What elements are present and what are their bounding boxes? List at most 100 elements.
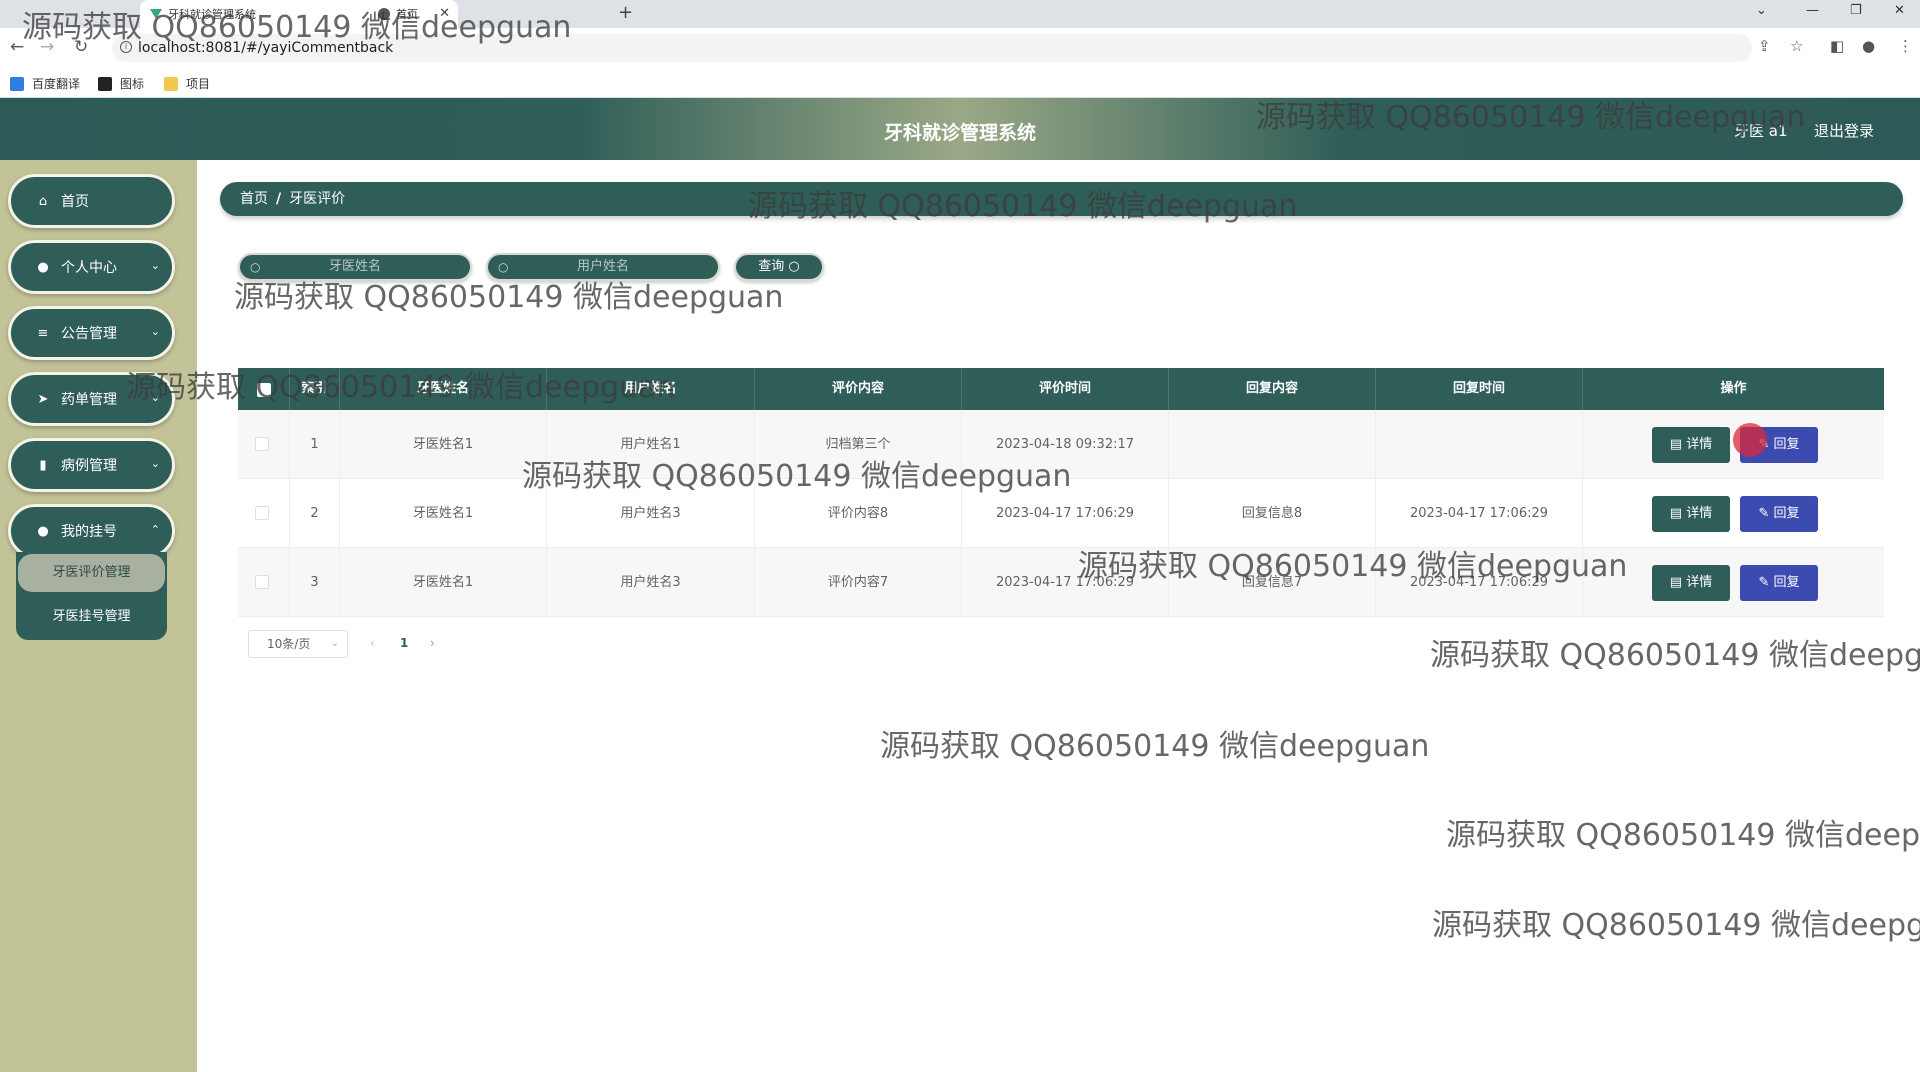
bookmark-item[interactable]: 项目 [164,75,210,92]
document-icon: ▤ [1669,437,1687,452]
search-icon: ○ [788,259,800,274]
sidebar-item-case[interactable]: ▮ 病例管理 ⌄ [8,438,175,492]
bookmarks-bar: 百度翻译 图标 项目 [0,68,1920,98]
cell-index: 2 [290,479,340,548]
cell-user: 用户姓名1 [547,410,755,479]
reply-label: 回复 [1773,437,1800,452]
table-header: 索引 牙医姓名 用户姓名 评价内容 评价时间 回复内容 回复时间 操作 [238,368,1884,410]
cell-reply: 回复信息7 [1169,548,1376,617]
logout-link[interactable]: 退出登录 [1814,120,1874,141]
sidebar-item-personal-center[interactable]: ● 个人中心 ⌄ [8,240,175,294]
row-checkbox[interactable] [255,506,269,520]
minimize-icon[interactable]: — [1806,3,1819,18]
share-icon[interactable]: ⇪ [1758,37,1771,55]
sidebar: ⌂ 首页 ● 个人中心 ⌄ ≡ 公告管理 ⌄ ➤ 药单管理 ⌄ ▮ 病例管理 ⌄… [0,160,197,1072]
bookmark-item[interactable]: 图标 [98,75,144,92]
back-icon[interactable]: ← [10,37,24,57]
url-field[interactable]: i localhost:8081/#/yayiCommentback [112,34,1752,62]
browser-tab-title: 牙科就诊管理系统 [168,8,256,21]
cell-reply [1169,410,1376,479]
bookmark-label: 百度翻译 [32,77,81,91]
doctor-name-search[interactable]: ○ 牙医姓名 [238,253,472,281]
detail-button[interactable]: ▤ 详情 [1652,496,1730,532]
address-bar-row: ← → ↻ i localhost:8081/#/yayiCommentback… [0,28,1920,68]
cell-time: 2023-04-17 17:06:29 [962,479,1169,548]
reply-button[interactable]: ✎ 回复 [1740,496,1818,532]
sidebar-item-label: 首页 [61,194,89,210]
user-name-search[interactable]: ○ 用户姓名 [486,253,720,281]
breadcrumb-separator: / [276,191,282,207]
reply-button[interactable]: ✎ 回复 [1740,565,1818,601]
cell-reply-time: 2023-04-17 17:06:29 [1376,479,1583,548]
sidebar-item-label: 病例管理 [61,458,117,474]
submenu-item-doctor-review[interactable]: 牙医评价管理 [18,554,165,592]
app-header: 牙科就诊管理系统 牙医 a1 退出登录 [0,98,1920,160]
translate-icon [10,76,24,91]
reply-label: 回复 [1773,575,1800,590]
document-icon: ▤ [1669,506,1687,521]
cell-index: 3 [290,548,340,617]
browser-tab-bar: 牙科就诊管理系统 ✕ 首页 + ⌄ — ❐ ✕ [0,0,1920,28]
select-all-checkbox[interactable] [257,383,271,397]
chevron-down-icon: ⌄ [150,391,160,404]
info-icon[interactable]: i [120,41,132,53]
restore-icon[interactable]: ❐ [1850,3,1862,18]
document-icon: ▤ [1669,575,1687,590]
table-row: 2 牙医姓名1 用户姓名3 评价内容8 2023-04-17 17:06:29 … [238,479,1884,548]
breadcrumb: 首页 / 牙医评价 [220,182,1903,216]
tab-search-icon[interactable]: ⌄ [1756,3,1767,18]
forward-icon[interactable]: → [40,37,54,57]
profile-icon[interactable]: ● [1862,37,1875,55]
row-checkbox[interactable] [255,575,269,589]
submenu-my-registration: 牙医评价管理 牙医挂号管理 [16,552,167,640]
reload-icon[interactable]: ↻ [74,37,88,57]
sidebar-item-home[interactable]: ⌂ 首页 [8,174,175,228]
page-size-select[interactable]: 10条/页 ⌄ [248,630,348,658]
detail-button[interactable]: ▤ 详情 [1652,427,1730,463]
sidebar-item-my-registration[interactable]: ● 我的挂号 ⌃ [8,504,175,558]
page-number[interactable]: 1 [400,630,408,656]
cell-doctor: 牙医姓名1 [340,410,547,479]
user-icon: ● [37,259,49,275]
chevron-down-icon: ⌄ [150,259,160,272]
detail-label: 详情 [1686,506,1713,521]
sidebar-item-prescription[interactable]: ➤ 药单管理 ⌄ [8,372,175,426]
search-icon: ○ [250,260,261,274]
select-all-cell [238,368,290,410]
submenu-item-doctor-registration[interactable]: 牙医挂号管理 [18,598,165,636]
sidepanel-icon[interactable]: ◧ [1830,37,1844,55]
user-name-placeholder: 用户姓名 [576,259,629,274]
detail-button[interactable]: ▤ 详情 [1652,565,1730,601]
browser-tab-home[interactable]: 首页 [368,0,608,28]
menu-icon[interactable]: ⋮ [1898,37,1913,55]
col-actions: 操作 [1720,381,1747,396]
row-select-cell [238,479,290,548]
cell-content: 归档第三个 [755,410,962,479]
new-tab-icon[interactable]: + [618,2,633,23]
list-icon: ≡ [37,325,49,341]
breadcrumb-home[interactable]: 首页 [240,191,268,207]
click-indicator [1733,423,1767,457]
prev-page-icon[interactable]: ‹ [370,630,375,656]
breadcrumb-current: 牙医评价 [289,191,346,207]
browser-tab-title: 首页 [396,8,418,21]
location-icon: ● [37,523,49,539]
col-doctor: 牙医姓名 [340,368,547,410]
image-icon [98,76,112,91]
row-checkbox[interactable] [255,437,269,451]
cell-user: 用户姓名3 [547,548,755,617]
watermark: 源码获取 QQ86050149 微信deepguan [880,729,1430,764]
table-row: 1 牙医姓名1 用户姓名1 归档第三个 2023-04-18 09:32:17 … [238,410,1884,479]
next-page-icon[interactable]: › [430,630,435,656]
sidebar-item-notice[interactable]: ≡ 公告管理 ⌄ [8,306,175,360]
star-icon[interactable]: ☆ [1790,37,1803,55]
url-text: localhost:8081/#/yayiCommentback [138,40,394,56]
cell-content: 评价内容8 [755,479,962,548]
query-button[interactable]: 查询 ○ [734,253,824,281]
window-close-icon[interactable]: ✕ [1894,3,1905,18]
reply-label: 回复 [1773,506,1800,521]
bookmark-item[interactable]: 百度翻译 [10,75,80,92]
sidebar-item-label: 个人中心 [61,260,117,276]
globe-icon [378,8,390,20]
watermark: 源码获取 QQ86050149 微信deepguan [1446,818,1920,853]
